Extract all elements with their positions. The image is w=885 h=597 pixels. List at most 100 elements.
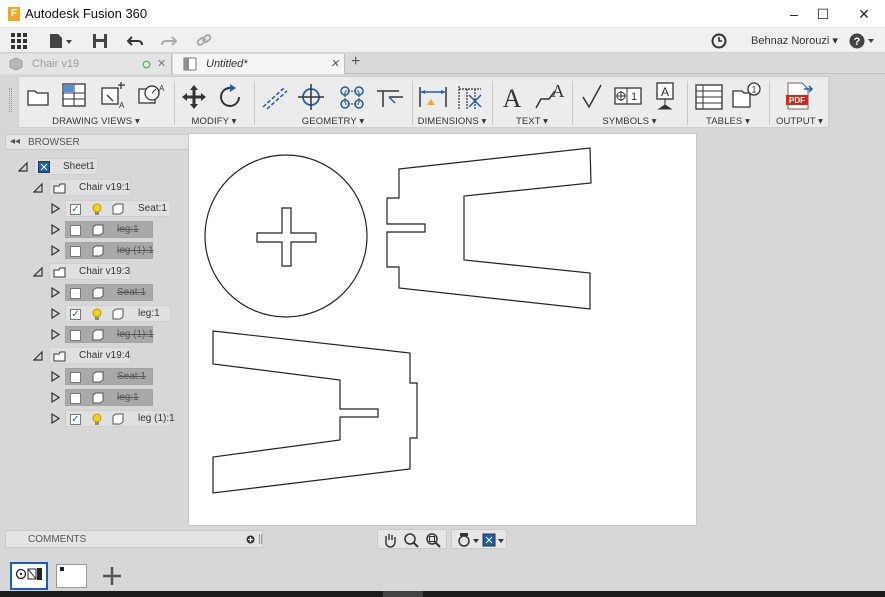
leader-text-icon[interactable]: A [533, 81, 567, 111]
table-icon[interactable] [694, 83, 724, 111]
centerline-icon[interactable] [259, 83, 289, 111]
leg-view-2[interactable] [212, 330, 418, 494]
move-icon[interactable] [180, 83, 208, 111]
visibility-checkbox[interactable] [70, 246, 81, 257]
visibility-checkbox[interactable]: ✓ [70, 414, 81, 425]
text-menu[interactable]: TEXT ▾ [493, 116, 571, 127]
collapse-panel-icon[interactable]: ◂◂ [10, 136, 20, 147]
rotate-icon[interactable] [217, 83, 245, 111]
pdf-export-icon[interactable]: PDF [784, 81, 814, 111]
lightbulb-icon[interactable] [92, 413, 102, 426]
maximize-button[interactable]: ☐ [801, 0, 845, 28]
expand-triangle-icon[interactable] [50, 371, 60, 382]
visibility-checkbox[interactable] [70, 288, 81, 299]
tree-row-component[interactable]: leg:1 [50, 389, 185, 406]
expand-triangle-icon[interactable] [50, 287, 60, 298]
new-tab-plus-icon[interactable]: + [351, 53, 360, 71]
component-node[interactable]: leg:1 [65, 389, 153, 406]
datum-identifier-icon[interactable]: A [653, 81, 677, 111]
geometry-menu[interactable]: GEOMETRY ▾ [255, 116, 411, 127]
sheet-thumbnail-title-block[interactable] [10, 562, 48, 590]
dimension-icon[interactable] [417, 83, 449, 111]
output-menu[interactable]: OUTPUT ▾ [770, 116, 829, 127]
job-status-clock-icon[interactable] [710, 31, 728, 50]
lightbulb-icon[interactable] [92, 308, 102, 321]
tree-row-component[interactable]: ✓ leg:1 [50, 305, 185, 322]
tree-row-component[interactable]: leg (1):1 [50, 242, 185, 259]
leg-view-1[interactable] [386, 147, 592, 310]
add-sheet-plus-icon[interactable] [101, 565, 123, 587]
link-icon[interactable] [195, 31, 213, 50]
sheet-thumbnail-1[interactable] [56, 564, 87, 588]
collapse-triangle-icon[interactable] [18, 161, 28, 172]
expand-triangle-icon[interactable] [50, 392, 60, 403]
tree-row-view[interactable]: Chair v19:1 [33, 179, 143, 196]
tree-row-component[interactable]: ✓ leg (1):1 [50, 410, 185, 427]
close-tab-icon[interactable]: ✕ [157, 54, 166, 74]
collapse-triangle-icon[interactable] [33, 182, 43, 193]
help-icon[interactable]: ? [848, 31, 876, 50]
fit-zoom-icon[interactable] [425, 532, 441, 548]
center-mark-pattern-icon[interactable] [337, 83, 367, 111]
expand-triangle-icon[interactable] [50, 203, 60, 214]
tree-row-sheet[interactable]: Sheet1 [18, 158, 108, 175]
visibility-checkbox[interactable] [70, 393, 81, 404]
component-node[interactable]: Seat:1 [65, 284, 153, 301]
expand-triangle-icon[interactable] [50, 224, 60, 235]
file-menu-icon[interactable] [48, 31, 74, 50]
tree-row-component[interactable]: Seat:1 [50, 284, 185, 301]
tree-row-component[interactable]: ✓ Seat:1 [50, 200, 185, 217]
component-node[interactable]: leg (1):1 [65, 326, 154, 343]
edge-extension-icon[interactable] [375, 83, 405, 111]
view-node[interactable]: Chair v19:3 [49, 263, 131, 280]
add-comment-icon[interactable] [246, 535, 255, 544]
drawing-sheet-canvas[interactable] [188, 133, 697, 526]
projected-view-icon[interactable] [61, 81, 87, 109]
close-button[interactable]: ✕ [842, 0, 885, 28]
visibility-checkbox[interactable] [70, 330, 81, 341]
sheet-node[interactable]: Sheet1 [34, 158, 98, 175]
tab-chair-v19[interactable]: Chair v19 ✕ [0, 54, 172, 74]
app-grid-icon[interactable] [10, 31, 28, 50]
component-node[interactable]: Seat:1 [65, 368, 153, 385]
modify-menu[interactable]: MODIFY ▾ [175, 116, 253, 127]
view-node[interactable]: Chair v19:1 [49, 179, 131, 196]
base-view-icon[interactable] [25, 83, 51, 109]
display-settings-icon[interactable] [456, 532, 480, 548]
lightbulb-icon[interactable] [92, 203, 102, 216]
zoom-icon[interactable] [403, 532, 419, 548]
expand-triangle-icon[interactable] [50, 413, 60, 424]
seat-view[interactable] [204, 154, 368, 318]
tab-untitled[interactable]: Untitled* ✕ [173, 54, 345, 74]
symbols-menu[interactable]: SYMBOLS ▾ [573, 116, 686, 127]
visibility-checkbox[interactable] [70, 372, 81, 383]
tree-row-component[interactable]: leg (1):1 [50, 326, 185, 343]
redo-icon[interactable] [160, 31, 178, 50]
balloon-icon[interactable]: 1 [730, 81, 762, 111]
tables-menu[interactable]: TABLES ▾ [688, 116, 768, 127]
component-node[interactable]: leg (1):1 [65, 242, 154, 259]
collapse-triangle-icon[interactable] [33, 266, 43, 277]
detail-view-icon[interactable]: A [137, 81, 167, 109]
view-node[interactable]: Chair v19:4 [49, 347, 131, 364]
panel-grip-icon[interactable] [259, 534, 262, 544]
drawing-views-menu[interactable]: DRAWING VIEWS ▾ [19, 116, 173, 127]
tree-row-view[interactable]: Chair v19:4 [33, 347, 143, 364]
user-account-menu[interactable]: Behnaz Norouzi ▾ [751, 34, 838, 47]
close-tab-icon[interactable]: ✕ [330, 54, 339, 74]
component-node[interactable]: ✓ leg (1):1 [65, 410, 175, 427]
visibility-checkbox[interactable] [70, 225, 81, 236]
surface-texture-icon[interactable] [581, 83, 605, 111]
feature-control-frame-icon[interactable]: 1 [613, 85, 643, 107]
visibility-checkbox[interactable]: ✓ [70, 204, 81, 215]
expand-triangle-icon[interactable] [50, 308, 60, 319]
center-mark-icon[interactable] [297, 83, 325, 111]
tree-row-view[interactable]: Chair v19:3 [33, 263, 143, 280]
component-node[interactable]: leg:1 [65, 221, 153, 238]
component-node[interactable]: ✓ Seat:1 [65, 200, 171, 217]
undo-icon[interactable] [126, 31, 144, 50]
visibility-checkbox[interactable]: ✓ [70, 309, 81, 320]
tree-row-component[interactable]: leg:1 [50, 221, 185, 238]
baseline-dimension-icon[interactable] [455, 83, 485, 111]
pan-hand-icon[interactable] [382, 532, 398, 548]
